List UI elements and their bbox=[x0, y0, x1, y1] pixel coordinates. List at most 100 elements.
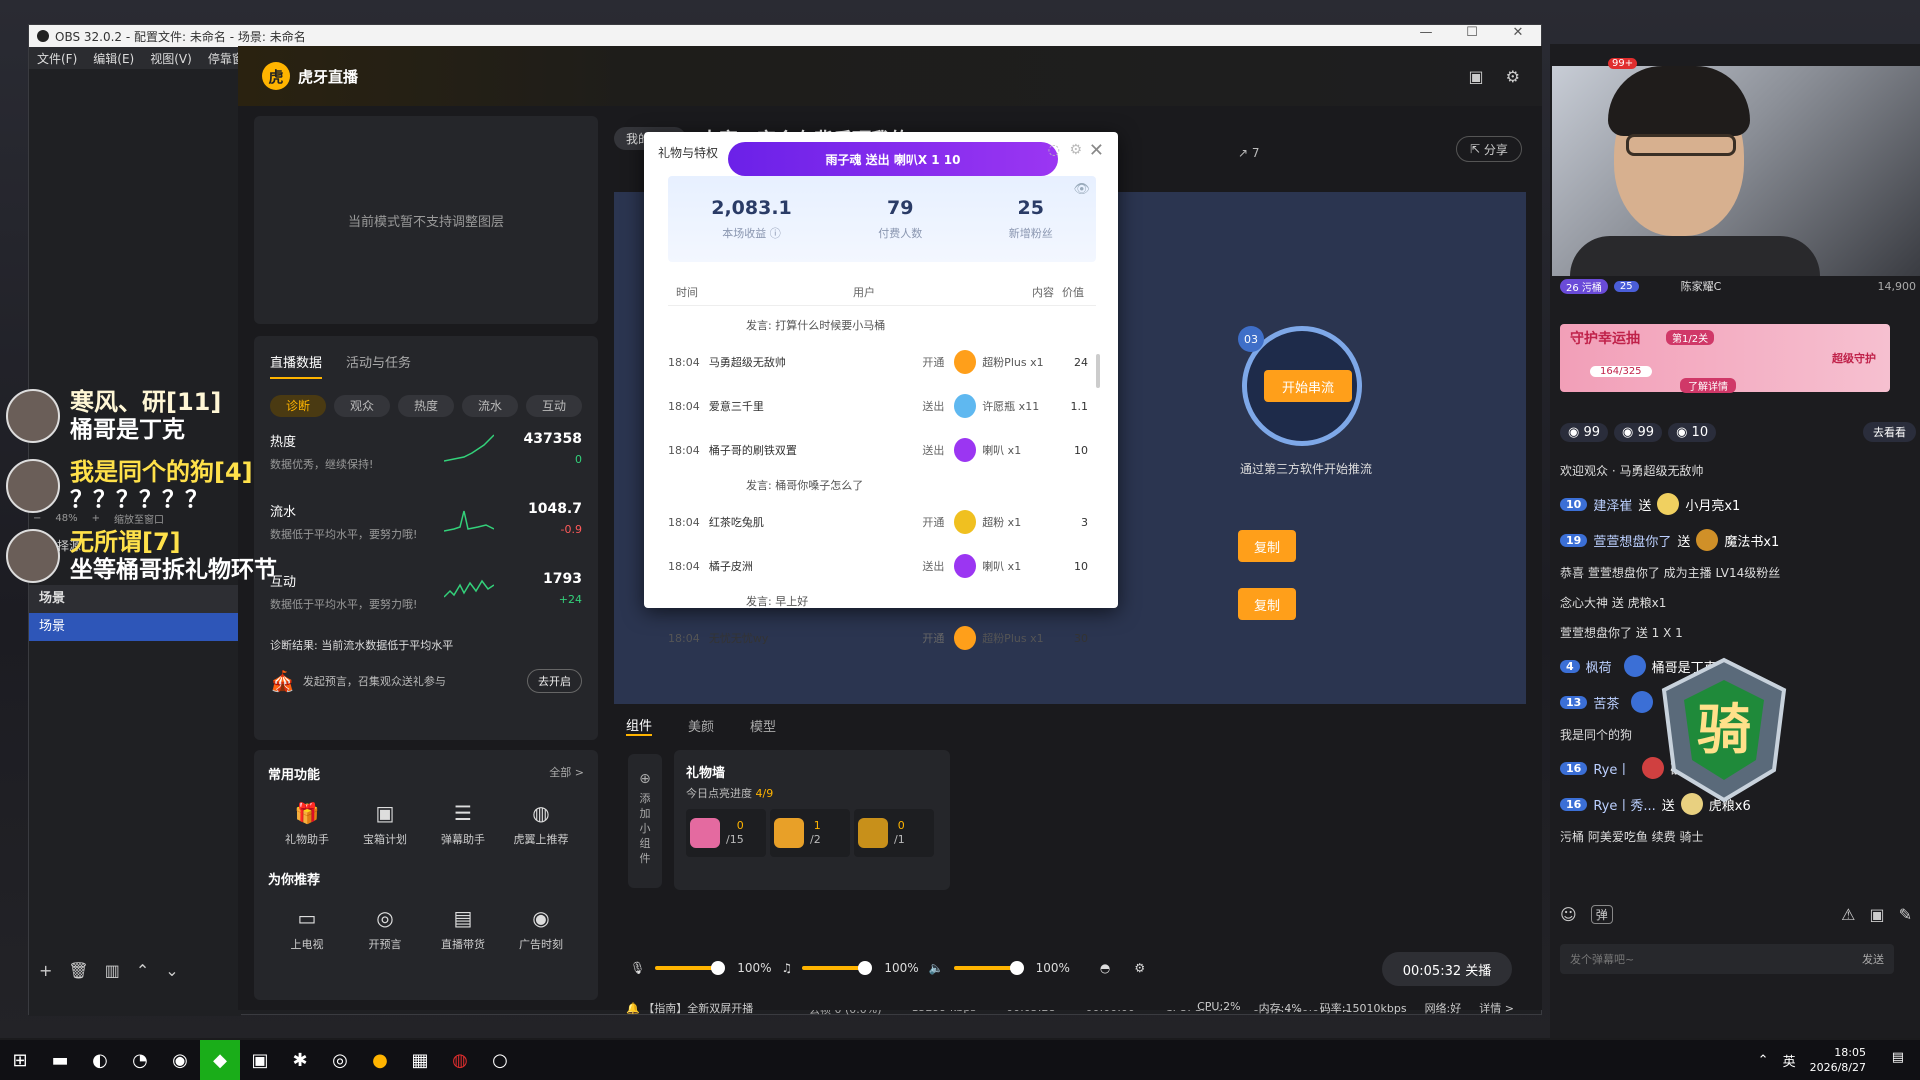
chevron-up-icon[interactable]: ⌃ bbox=[136, 961, 149, 980]
chat-username[interactable]: 苦茶 bbox=[1593, 693, 1619, 712]
window-icon[interactable]: ▣ bbox=[1869, 905, 1884, 924]
send-button[interactable]: 发送 bbox=[1862, 951, 1894, 967]
obs-icon[interactable]: ◎ bbox=[320, 1040, 360, 1080]
clock[interactable]: 18:05 2026/8/27 bbox=[1810, 1045, 1866, 1075]
tab-live-data[interactable]: 直播数据 bbox=[270, 352, 323, 379]
row-user[interactable]: 桶子哥的刷铁双置 bbox=[709, 442, 923, 458]
close-icon[interactable]: ✕ bbox=[1495, 25, 1541, 40]
pill-revenue[interactable]: 流水 bbox=[462, 395, 518, 417]
filter-icon[interactable]: ▥ bbox=[105, 961, 120, 980]
emoji-icon[interactable]: ☺ bbox=[1560, 905, 1577, 924]
notification-icon[interactable]: ▤ bbox=[1892, 1050, 1904, 1065]
close-icon[interactable]: ✕ bbox=[1089, 140, 1104, 161]
gift-wall-item[interactable]: 0/15 bbox=[686, 809, 766, 857]
settings-icon[interactable]: ⚙ bbox=[1506, 67, 1520, 86]
row-user[interactable]: 红茶吃兔肌 bbox=[709, 514, 923, 530]
gift-wall-widget[interactable]: 礼物墙 今日点亮进度 4/9 0/15 1/2 0/1 bbox=[674, 750, 950, 890]
row-user[interactable]: 爱意三千里 bbox=[709, 398, 923, 414]
settings-icon[interactable]: ⚙ bbox=[1069, 142, 1082, 158]
table-scrollbar[interactable] bbox=[1096, 354, 1100, 388]
chat-message[interactable]: 19 萱萱想盘你了送 魔法书x1 bbox=[1560, 522, 1894, 558]
menu-file[interactable]: 文件(F) bbox=[29, 50, 85, 67]
function-item[interactable]: ◍ 虎翼上推荐 bbox=[502, 801, 580, 847]
trash-icon[interactable]: 🗑 bbox=[68, 961, 88, 980]
brush-icon[interactable]: ✎ bbox=[1899, 905, 1912, 924]
wechat-icon[interactable]: ◆ bbox=[200, 1040, 240, 1080]
details-link[interactable]: 详情 > bbox=[1479, 1000, 1514, 1016]
windows-start-icon[interactable]: ⊞ bbox=[0, 1040, 40, 1080]
minimize-icon[interactable]: — bbox=[1403, 25, 1449, 40]
function-item[interactable]: ☰ 弹幕助手 bbox=[424, 801, 502, 847]
warning-icon[interactable]: ⚠ bbox=[1841, 905, 1855, 924]
netease-music-icon[interactable]: ◍ bbox=[440, 1040, 480, 1080]
edge-icon[interactable]: ◐ bbox=[80, 1040, 120, 1080]
calendar-icon[interactable]: ▣ bbox=[1469, 67, 1484, 86]
status-guide-link[interactable]: 【指南】全新双屏开播 bbox=[643, 1000, 753, 1016]
pill-interaction[interactable]: 互动 bbox=[526, 395, 582, 417]
function-item[interactable]: ◎ 开预言 bbox=[346, 906, 424, 952]
tab-beauty[interactable]: 美颜 bbox=[688, 716, 714, 735]
speaker-volume-slider[interactable] bbox=[953, 961, 1024, 975]
table-row[interactable]: 18:04 桶子哥的刷铁双置 送出 喇叭 x1 10 bbox=[668, 428, 1088, 472]
app-icon[interactable]: ▦ bbox=[400, 1040, 440, 1080]
barrage-style-icon[interactable]: 弹 bbox=[1590, 904, 1613, 924]
row-user[interactable]: 无忧无忧wy bbox=[709, 630, 923, 646]
chat-input[interactable]: 发个弹幕吧~ 发送 bbox=[1560, 944, 1894, 974]
share-button[interactable]: ⇱ 分享 bbox=[1456, 136, 1522, 162]
table-row[interactable]: 18:04 无忧无忧wy 开通 超粉Plus x1 30 bbox=[668, 616, 1088, 660]
pill-audience[interactable]: 观众 bbox=[334, 395, 390, 417]
guard-lucky-draw-banner[interactable]: 守护幸运抽 第1/2关 164/325 了解详情 超级守护 bbox=[1560, 324, 1890, 393]
table-row[interactable]: 18:04 红茶吃兔肌 开通 超粉 x1 3 bbox=[668, 500, 1088, 544]
steam-icon[interactable]: ◔ bbox=[120, 1040, 160, 1080]
table-row[interactable]: 18:04 橘子皮洲 送出 喇叭 x1 10 bbox=[668, 544, 1088, 588]
pill-heat[interactable]: 热度 bbox=[398, 395, 454, 417]
table-row[interactable]: 18:04 马勇超级无敌帅 开通 超粉Plus x1 24 bbox=[668, 340, 1088, 384]
row-user[interactable]: 橘子皮洲 bbox=[709, 558, 923, 574]
function-item[interactable]: ◉ 广告时刻 bbox=[502, 906, 580, 952]
function-item[interactable]: ▭ 上电视 bbox=[268, 906, 346, 952]
gear-icon[interactable]: ⚙ bbox=[1134, 961, 1145, 975]
info-icon[interactable]: ⓘ bbox=[770, 227, 781, 240]
start-stream-button[interactable]: 开始串流 bbox=[1264, 370, 1352, 402]
chevron-up-icon[interactable]: ⌃ bbox=[1758, 1053, 1769, 1068]
chat-username[interactable]: 萱萱想盘你了 bbox=[1593, 531, 1671, 550]
scene-list-item[interactable]: 场景 bbox=[29, 613, 241, 641]
speaker-icon[interactable]: 🔈 bbox=[929, 961, 944, 975]
tab-activities[interactable]: 活动与任务 bbox=[346, 352, 411, 379]
rank-user[interactable]: 陈家耀C bbox=[1681, 278, 1722, 294]
chat-username[interactable]: 建泽崔 bbox=[1593, 495, 1632, 514]
guard-more-link[interactable]: 了解详情 bbox=[1680, 378, 1736, 393]
eye-icon[interactable]: 👁 bbox=[1073, 182, 1090, 197]
add-widget-button[interactable]: ⊕ 添加小组件 bbox=[628, 754, 662, 888]
help-icon[interactable]: ◌ bbox=[1048, 142, 1060, 158]
tab-widgets[interactable]: 组件 bbox=[626, 715, 653, 736]
function-item[interactable]: 🎁 礼物助手 bbox=[268, 801, 346, 847]
add-icon[interactable]: + bbox=[39, 961, 52, 980]
fan-badge-3[interactable]: ◉ 10 bbox=[1668, 422, 1717, 442]
ime-indicator[interactable]: 英 bbox=[1783, 1051, 1796, 1070]
end-live-button[interactable]: 00:05:32 关播 bbox=[1382, 952, 1512, 986]
chat-username[interactable]: 枫荷 bbox=[1586, 657, 1612, 676]
mic-volume-slider[interactable] bbox=[655, 961, 726, 975]
table-row[interactable]: 18:04 爱意三千里 送出 许愿瓶 x11 1.1 bbox=[668, 384, 1088, 428]
function-item[interactable]: ▣ 宝箱计划 bbox=[346, 801, 424, 847]
function-item[interactable]: ▤ 直播带货 bbox=[424, 906, 502, 952]
music-icon[interactable]: ♫ bbox=[782, 961, 793, 975]
huya-icon[interactable]: ● bbox=[360, 1040, 400, 1080]
row-user[interactable]: 马勇超级无敌帅 bbox=[709, 354, 923, 370]
all-functions-link[interactable]: 全部 > bbox=[549, 764, 584, 783]
gift-wall-item[interactable]: 0/1 bbox=[854, 809, 934, 857]
gift-wall-item[interactable]: 1/2 bbox=[770, 809, 850, 857]
headset-icon[interactable]: ◓ bbox=[1100, 961, 1110, 975]
chat-message[interactable]: 10 建泽崔送 小月亮x1 bbox=[1560, 486, 1894, 522]
fan-badge-2[interactable]: ◉ 99 bbox=[1614, 422, 1663, 442]
chat-username[interactable]: Rye丨 bbox=[1593, 759, 1630, 778]
file-explorer-icon[interactable]: ▬ bbox=[40, 1040, 80, 1080]
microphone-icon[interactable]: 🎙 bbox=[630, 961, 645, 975]
go-see-button[interactable]: 去看看 bbox=[1863, 422, 1916, 442]
maximize-icon[interactable]: ☐ bbox=[1449, 25, 1495, 40]
chevron-down-icon[interactable]: ⌄ bbox=[165, 961, 178, 980]
fan-badge-1[interactable]: ◉ 99 bbox=[1560, 422, 1609, 442]
go-enable-button[interactable]: 去开启 bbox=[527, 669, 582, 693]
menu-view[interactable]: 视图(V) bbox=[142, 50, 200, 67]
